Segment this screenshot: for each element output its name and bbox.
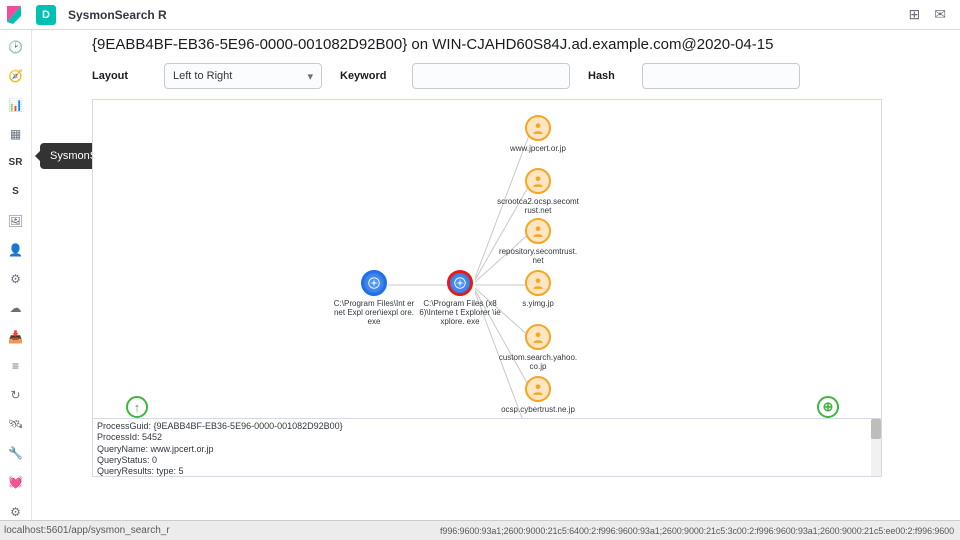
- mail-icon[interactable]: ✉: [934, 6, 946, 23]
- nav-discover-icon[interactable]: 🧭: [7, 67, 25, 84]
- nav-uptime-icon[interactable]: ↻: [7, 387, 25, 404]
- detail-line: ProcessGuid: {9EABB4BF-EB36-5E96-0000-00…: [97, 421, 877, 432]
- pan-up-button[interactable]: ↑: [126, 396, 148, 418]
- process-node[interactable]: [361, 270, 387, 296]
- layout-value: Left to Right: [173, 70, 232, 82]
- nav-siem-icon[interactable]: 🛰: [7, 416, 25, 433]
- host-node-label: www.jpcert.or.jp: [510, 144, 566, 153]
- nav-apm-icon[interactable]: ≡: [7, 358, 25, 375]
- host-node[interactable]: [525, 270, 551, 296]
- host-node-label: scrootca2.ocsp.secomtrust.net: [497, 197, 579, 215]
- nav-maps-icon[interactable]: 👤: [7, 241, 25, 258]
- layout-select[interactable]: Left to Right ▾: [164, 63, 322, 89]
- layout-label: Layout: [92, 70, 146, 82]
- detail-pane: ProcessGuid: {9EABB4BF-EB36-5E96-0000-00…: [93, 418, 881, 476]
- host-node[interactable]: [525, 115, 551, 141]
- graph-panel: C:\Program Files\Int ernet Expl orer\iex…: [92, 99, 882, 477]
- grid-icon[interactable]: ⊞: [909, 6, 921, 23]
- hash-label: Hash: [588, 70, 624, 82]
- process-node-label: C:\Program Files (x8 6)\Interne t Explor…: [419, 299, 501, 327]
- status-url: localhost:5601/app/sysmon_search_r: [0, 525, 170, 536]
- host-node-label: ocsp.cybertrust.ne.jp: [501, 405, 575, 414]
- process-node-label: C:\Program Files\Int ernet Expl orer\iex…: [333, 299, 415, 327]
- nav-ml-icon[interactable]: ⚙: [7, 271, 25, 288]
- app-name: SysmonSearch R: [68, 8, 167, 22]
- host-node[interactable]: [525, 218, 551, 244]
- nav-recent-icon[interactable]: 🕑: [7, 38, 25, 55]
- nav-dashboard-icon[interactable]: ▦: [7, 125, 25, 142]
- host-node[interactable]: [525, 376, 551, 402]
- nav-devtools-icon[interactable]: 🔧: [7, 445, 25, 462]
- nav-infra-icon[interactable]: ☁: [7, 300, 25, 317]
- graph-area[interactable]: C:\Program Files\Int ernet Expl orer\iex…: [93, 100, 881, 418]
- keyword-label: Keyword: [340, 70, 394, 82]
- space-avatar[interactable]: D: [36, 5, 56, 25]
- detail-line: QueryResults: type: 5: [97, 466, 877, 476]
- status-right: f996:9600:93a1;2600:9000:21c5:6400:2:f99…: [440, 526, 960, 536]
- detail-line: QueryName: www.jpcert.or.jp: [97, 444, 877, 455]
- keyword-input[interactable]: [412, 63, 570, 89]
- detail-line: ProcessId: 5452: [97, 432, 877, 443]
- nav-visualize-icon[interactable]: 📊: [7, 96, 25, 113]
- detail-line: QueryStatus: 0: [97, 455, 877, 466]
- nav-monitor-icon[interactable]: 💓: [7, 474, 25, 491]
- fit-button[interactable]: ⊕: [817, 396, 839, 418]
- process-node-selected[interactable]: [447, 270, 473, 296]
- host-node[interactable]: [525, 168, 551, 194]
- nav-management-icon[interactable]: ⚙: [7, 503, 25, 520]
- page-title: {9EABB4BF-EB36-5E96-0000-001082D92B00} o…: [32, 30, 960, 53]
- nav-logs-icon[interactable]: 📥: [7, 329, 25, 346]
- hash-input[interactable]: [642, 63, 800, 89]
- status-bar: localhost:5601/app/sysmon_search_r f996:…: [0, 520, 960, 540]
- nav-canvas-icon[interactable]: 🖼: [7, 212, 25, 229]
- nav-sr[interactable]: SR: [7, 154, 25, 171]
- filter-bar: Layout Left to Right ▾ Keyword Hash: [32, 53, 960, 99]
- chevron-down-icon: ▾: [307, 70, 313, 83]
- scrollbar[interactable]: [871, 419, 881, 476]
- host-node-label: repository.secomtrust.net: [497, 247, 579, 265]
- side-nav: 🕑 🧭 📊 ▦ SR S 🖼 👤 ⚙ ☁ 📥 ≡ ↻ 🛰 🔧 💓 ⚙: [0, 30, 32, 520]
- host-node-label: s.yimg.jp: [522, 299, 554, 308]
- host-node-label: custom.search.yahoo.co.jp: [497, 353, 579, 371]
- host-node[interactable]: [525, 324, 551, 350]
- nav-s[interactable]: S: [7, 183, 25, 200]
- kibana-logo[interactable]: [0, 0, 30, 30]
